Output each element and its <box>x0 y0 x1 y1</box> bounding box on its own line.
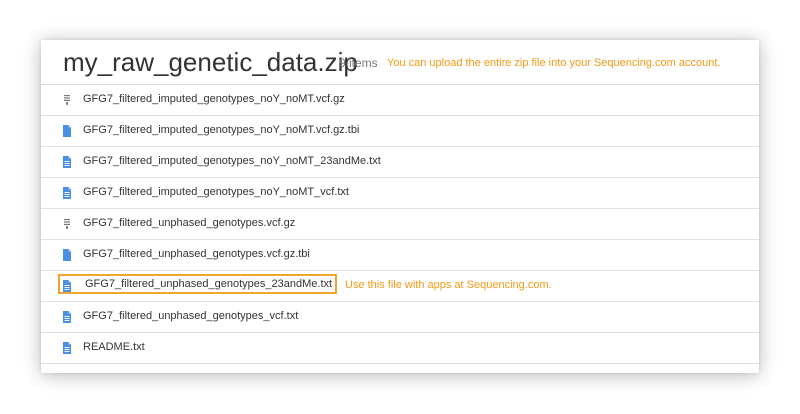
text-file-icon <box>62 341 72 354</box>
file-name[interactable]: GFG7_filtered_unphased_genotypes.vcf.gz.… <box>83 248 310 260</box>
file-name[interactable]: README.txt <box>83 341 145 353</box>
file-row[interactable]: GFG7_filtered_imputed_genotypes_noY_noMT… <box>41 178 759 209</box>
archive-icon <box>62 217 72 229</box>
text-file-icon <box>62 310 72 323</box>
zip-contents-panel: my_raw_genetic_data.zip 9 items You can … <box>41 40 759 373</box>
item-count: 9 items <box>339 56 378 70</box>
archive-icon <box>62 93 72 105</box>
file-name[interactable]: GFG7_filtered_unphased_genotypes_vcf.txt <box>83 310 298 322</box>
file-annotation: Use this file with apps at Sequencing.co… <box>345 279 552 291</box>
file-row[interactable]: GFG7_filtered_unphased_genotypes_23andMe… <box>41 271 759 302</box>
file-icon <box>62 124 72 137</box>
file-row[interactable]: GFG7_filtered_imputed_genotypes_noY_noMT… <box>41 85 759 116</box>
file-row[interactable]: README.txt <box>41 333 759 364</box>
file-name[interactable]: GFG7_filtered_imputed_genotypes_noY_noMT… <box>83 186 349 198</box>
file-name[interactable]: GFG7_filtered_imputed_genotypes_noY_noMT… <box>83 155 381 167</box>
text-file-icon <box>62 279 72 292</box>
file-name[interactable]: GFG7_filtered_unphased_genotypes.vcf.gz <box>83 217 295 229</box>
file-name[interactable]: GFG7_filtered_imputed_genotypes_noY_noMT… <box>83 93 345 105</box>
file-row[interactable]: GFG7_filtered_imputed_genotypes_noY_noMT… <box>41 116 759 147</box>
panel-header: my_raw_genetic_data.zip 9 items You can … <box>41 40 759 85</box>
file-row[interactable]: GFG7_filtered_unphased_genotypes.vcf.gz.… <box>41 240 759 271</box>
file-row[interactable]: GFG7_filtered_unphased_genotypes_vcf.txt <box>41 302 759 333</box>
highlighted-file-name[interactable]: GFG7_filtered_unphased_genotypes_23andMe… <box>58 274 338 294</box>
text-file-icon <box>62 186 72 199</box>
file-list: GFG7_filtered_imputed_genotypes_noY_noMT… <box>41 85 759 364</box>
file-row[interactable]: GFG7_filtered_unphased_genotypes.vcf.gz <box>41 209 759 240</box>
zip-filename-title: my_raw_genetic_data.zip <box>63 47 358 77</box>
file-name[interactable]: GFG7_filtered_imputed_genotypes_noY_noMT… <box>83 124 359 136</box>
text-file-icon <box>62 155 72 168</box>
file-icon <box>62 248 72 261</box>
file-row[interactable]: GFG7_filtered_imputed_genotypes_noY_noMT… <box>41 147 759 178</box>
upload-annotation: You can upload the entire zip file into … <box>387 57 721 69</box>
